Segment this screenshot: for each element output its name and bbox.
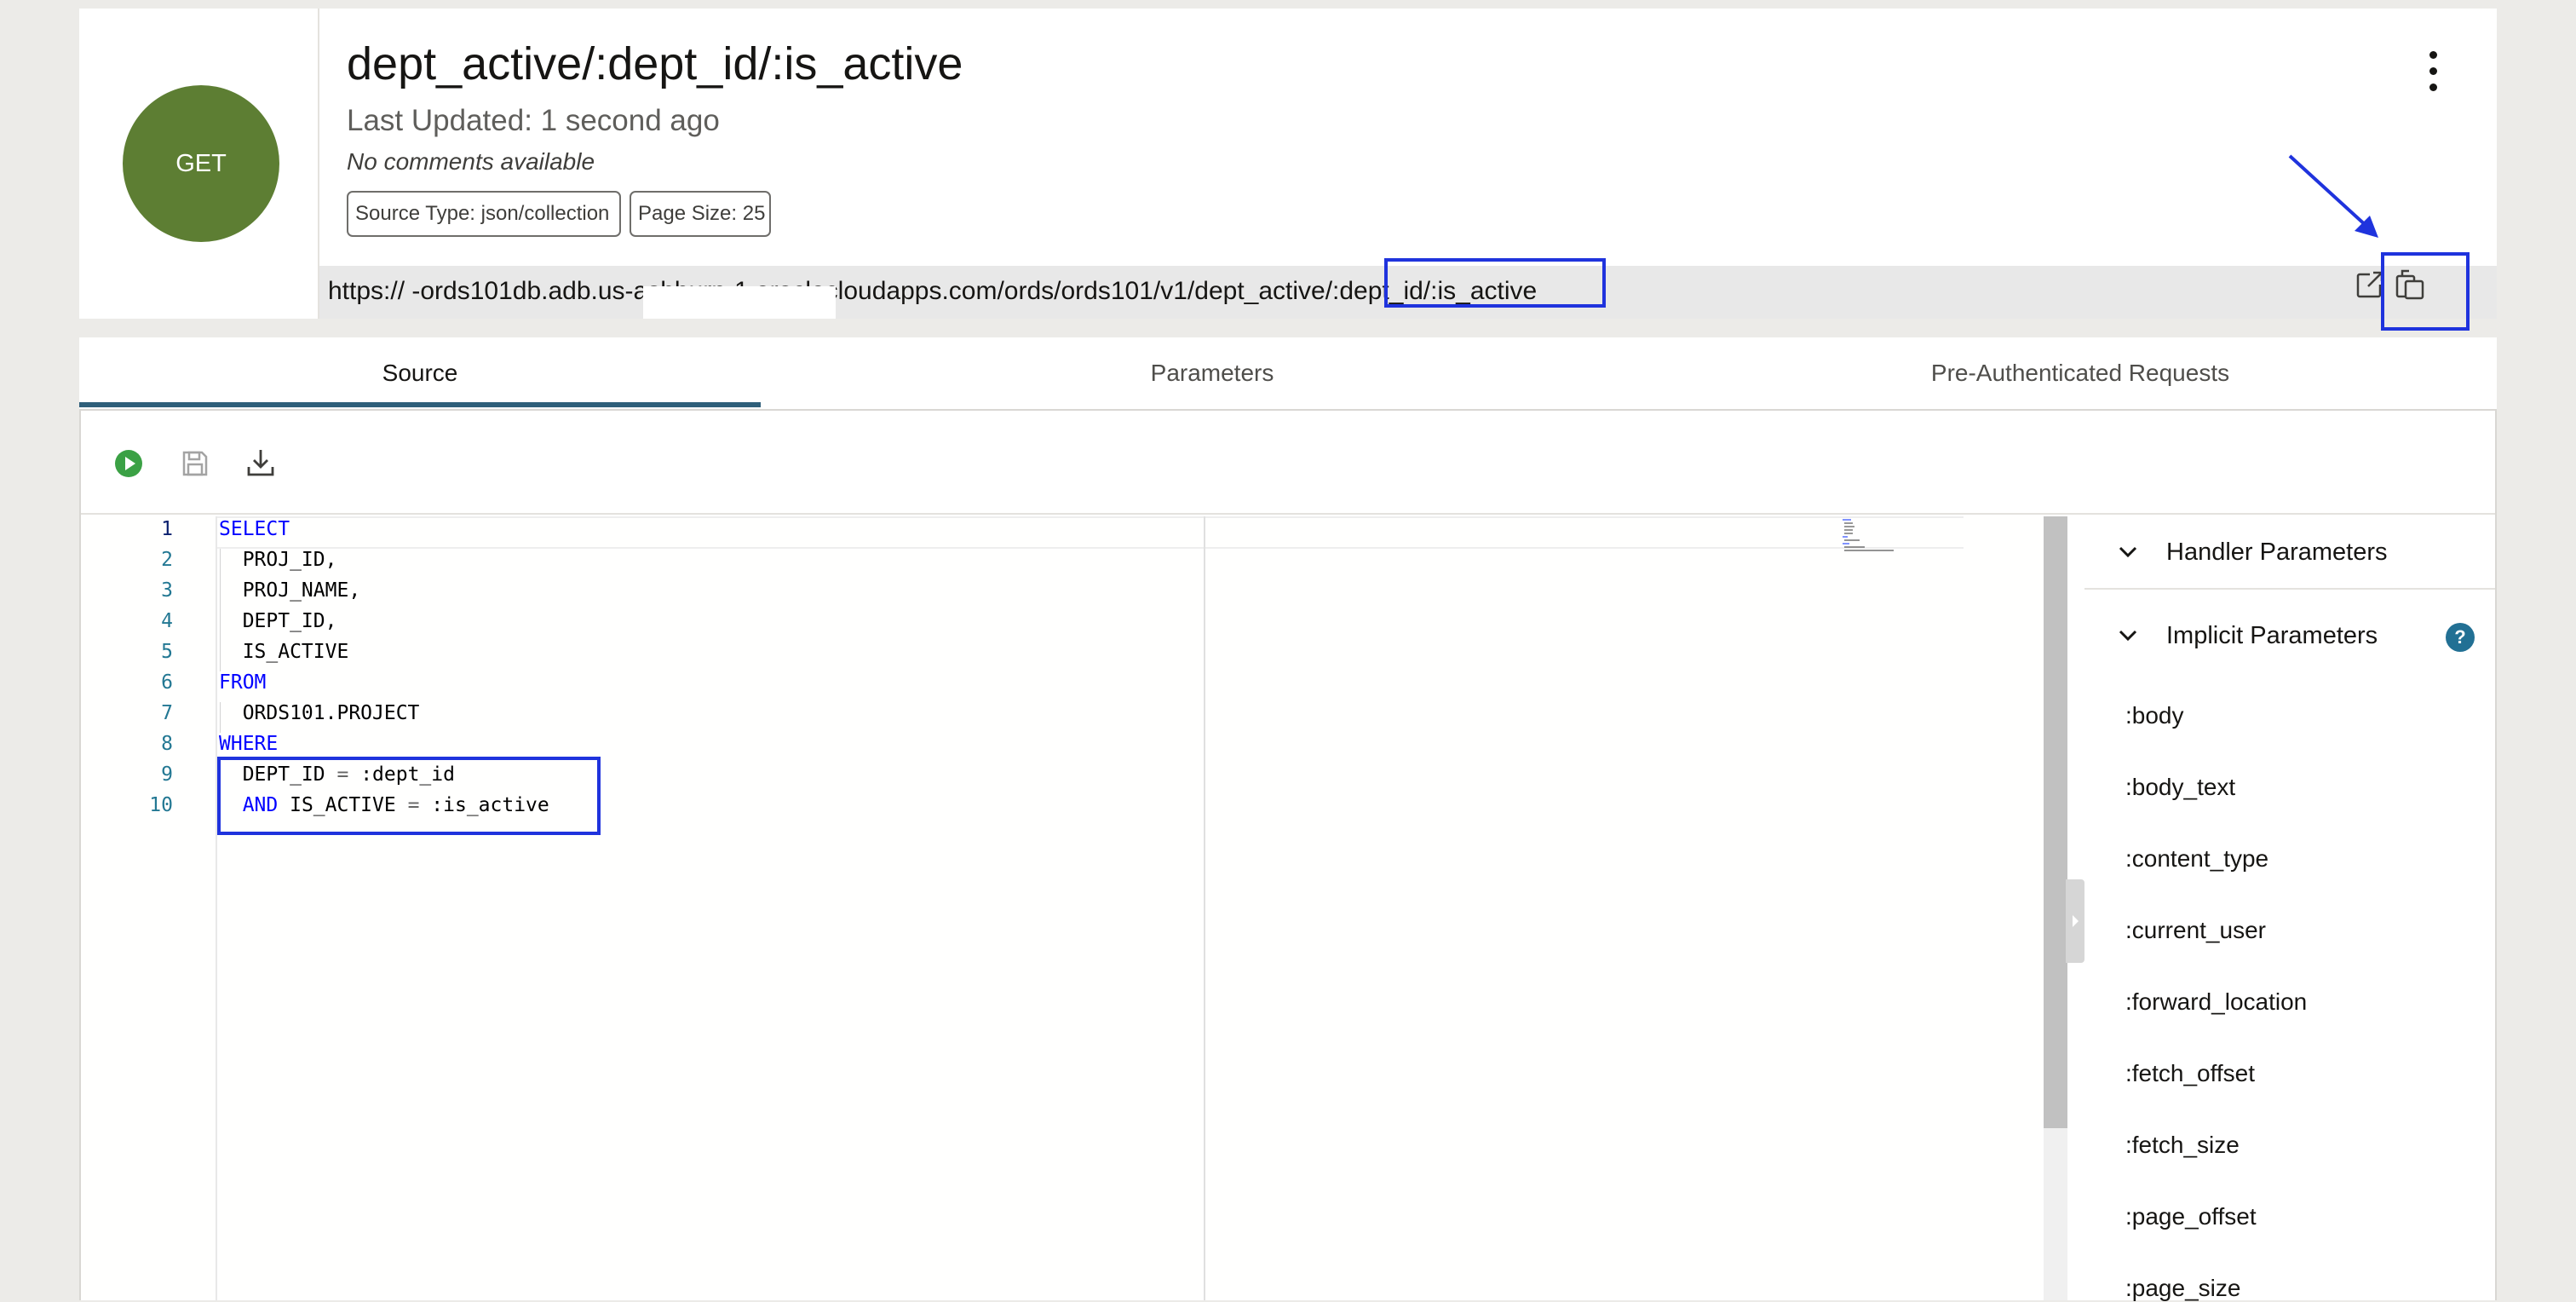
toolbar-divider [81,513,2495,515]
implicit-param-item[interactable]: :page_size [2125,1275,2240,1302]
line-number: 3 [161,579,173,602]
line-number: 4 [161,610,173,632]
implicit-param-item[interactable]: :content_type [2125,845,2268,873]
handler-title: dept_active/:dept_id/:is_active [347,38,963,89]
tab-pre-authenticated-requests[interactable]: Pre-Authenticated Requests [1664,337,2497,409]
line-number: 6 [161,671,173,694]
comments-text: No comments available [347,148,595,175]
tab-bar: Source Parameters Pre-Authenticated Requ… [79,337,2497,411]
handler-parameters-label: Handler Parameters [2166,538,2388,566]
handler-header-card: GET dept_active/:dept_id/:is_active Last… [79,9,2497,319]
url-params-highlight [1384,258,1606,308]
code-line: IS_ACTIVE [219,641,349,663]
handler-parameters-section[interactable]: Handler Parameters [2084,516,2495,590]
implicit-param-item[interactable]: :page_offset [2125,1203,2257,1230]
gutter-border [216,516,217,1300]
page-size-chip: Page Size: 25 [630,191,771,237]
chevron-down-icon [2119,546,2137,558]
implicit-param-item[interactable]: :fetch_offset [2125,1060,2255,1087]
method-badge: GET [123,85,279,242]
editor-ruler [1204,516,1205,1300]
code-line: DEPT_ID, [219,610,337,632]
code-line: ORDS101.PROJECT [219,702,420,724]
code-minimap[interactable] [1843,518,1895,552]
implicit-param-item[interactable]: :forward_location [2125,988,2307,1016]
tab-parameters[interactable]: Parameters [761,337,1664,409]
code-line: FROM [219,671,267,694]
active-tab-indicator [79,402,761,407]
download-icon[interactable] [244,446,277,479]
panel-collapse-handle[interactable] [2066,879,2084,963]
code-line: SELECT [219,518,290,540]
source-editor-panel: 1 2 3 4 5 6 7 8 9 10 SELECT PROJ_ID, PRO… [79,411,2497,1302]
method-area: GET [79,9,319,319]
code-line: PROJ_ID, [219,549,337,571]
line-number-gutter: 1 2 3 4 5 6 7 8 9 10 [81,516,216,1300]
line-number: 7 [161,702,173,724]
line-number: 1 [161,518,173,540]
last-updated: Last Updated: 1 second ago [347,104,720,137]
code-line: PROJ_NAME, [219,579,361,602]
implicit-param-item[interactable]: :body [2125,702,2184,729]
line-number: 8 [161,733,173,755]
where-clause-highlight [217,757,601,835]
chevron-down-icon [2119,630,2137,642]
implicit-param-item[interactable]: :current_user [2125,917,2266,944]
line-number: 10 [149,794,173,816]
save-icon[interactable] [180,448,210,479]
implicit-param-item[interactable]: :fetch_size [2125,1132,2240,1159]
parameters-panel: Handler Parameters Implicit Parameters ?… [2084,516,2495,1302]
url-redaction [643,286,836,319]
implicit-parameters-section[interactable]: Implicit Parameters ? [2084,600,2495,671]
open-icon-highlight [2381,252,2470,331]
implicit-parameters-label: Implicit Parameters [2166,621,2378,649]
arrow-annotation [2288,154,2378,238]
line-number: 9 [161,763,173,786]
line-number: 2 [161,549,173,571]
editor-scrollbar[interactable] [2044,516,2067,1128]
line-number: 5 [161,641,173,663]
source-type-chip: Source Type: json/collection [347,191,621,237]
current-line-highlight [217,516,1964,549]
code-editor[interactable]: 1 2 3 4 5 6 7 8 9 10 SELECT PROJ_ID, PRO… [81,516,2042,1300]
help-icon[interactable]: ? [2446,623,2475,652]
run-icon[interactable] [113,448,144,479]
more-actions-icon[interactable] [2417,44,2451,99]
implicit-param-item[interactable]: :body_text [2125,774,2235,801]
code-line: WHERE [219,733,279,755]
tab-source[interactable]: Source [79,337,761,409]
handler-url[interactable]: https:// -ords101db.adb.us-ashburn-1.ora… [328,277,1537,306]
